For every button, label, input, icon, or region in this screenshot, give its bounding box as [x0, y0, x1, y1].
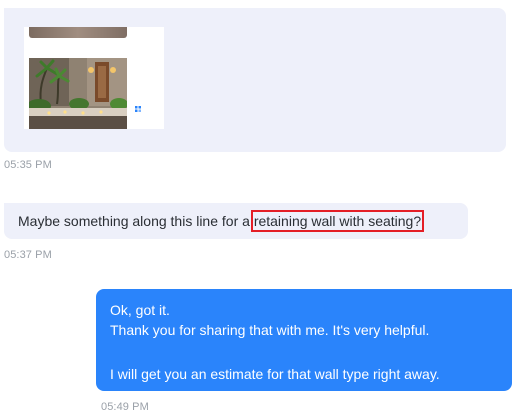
incoming-message-bubble: Maybe something along this line for a re… [4, 203, 468, 239]
patio-photo-illustration [29, 58, 127, 129]
message-line: I will get you an estimate for that wall… [110, 366, 440, 382]
message-timestamp: 05:37 PM [4, 249, 52, 261]
attachment-badge-icon [135, 106, 141, 112]
message-text-plain: Maybe something along this line for a [18, 213, 254, 229]
highlighted-phrase: retaining wall with seating? [250, 210, 425, 232]
message-line: Ok, got it. [110, 302, 170, 318]
message-text: Maybe something along this line for a re… [18, 210, 425, 232]
shared-image-attachment[interactable] [24, 27, 164, 129]
outgoing-message-bubble: Ok, got it. Thank you for sharing that w… [96, 289, 512, 391]
patio-photo-thumbnail[interactable] [29, 58, 127, 129]
message-timestamp: 05:35 PM [4, 159, 52, 171]
message-timestamp: 05:49 PM [101, 401, 149, 413]
message-line: Thank you for sharing that with me. It's… [110, 322, 430, 338]
image-preview-strip [29, 27, 127, 38]
